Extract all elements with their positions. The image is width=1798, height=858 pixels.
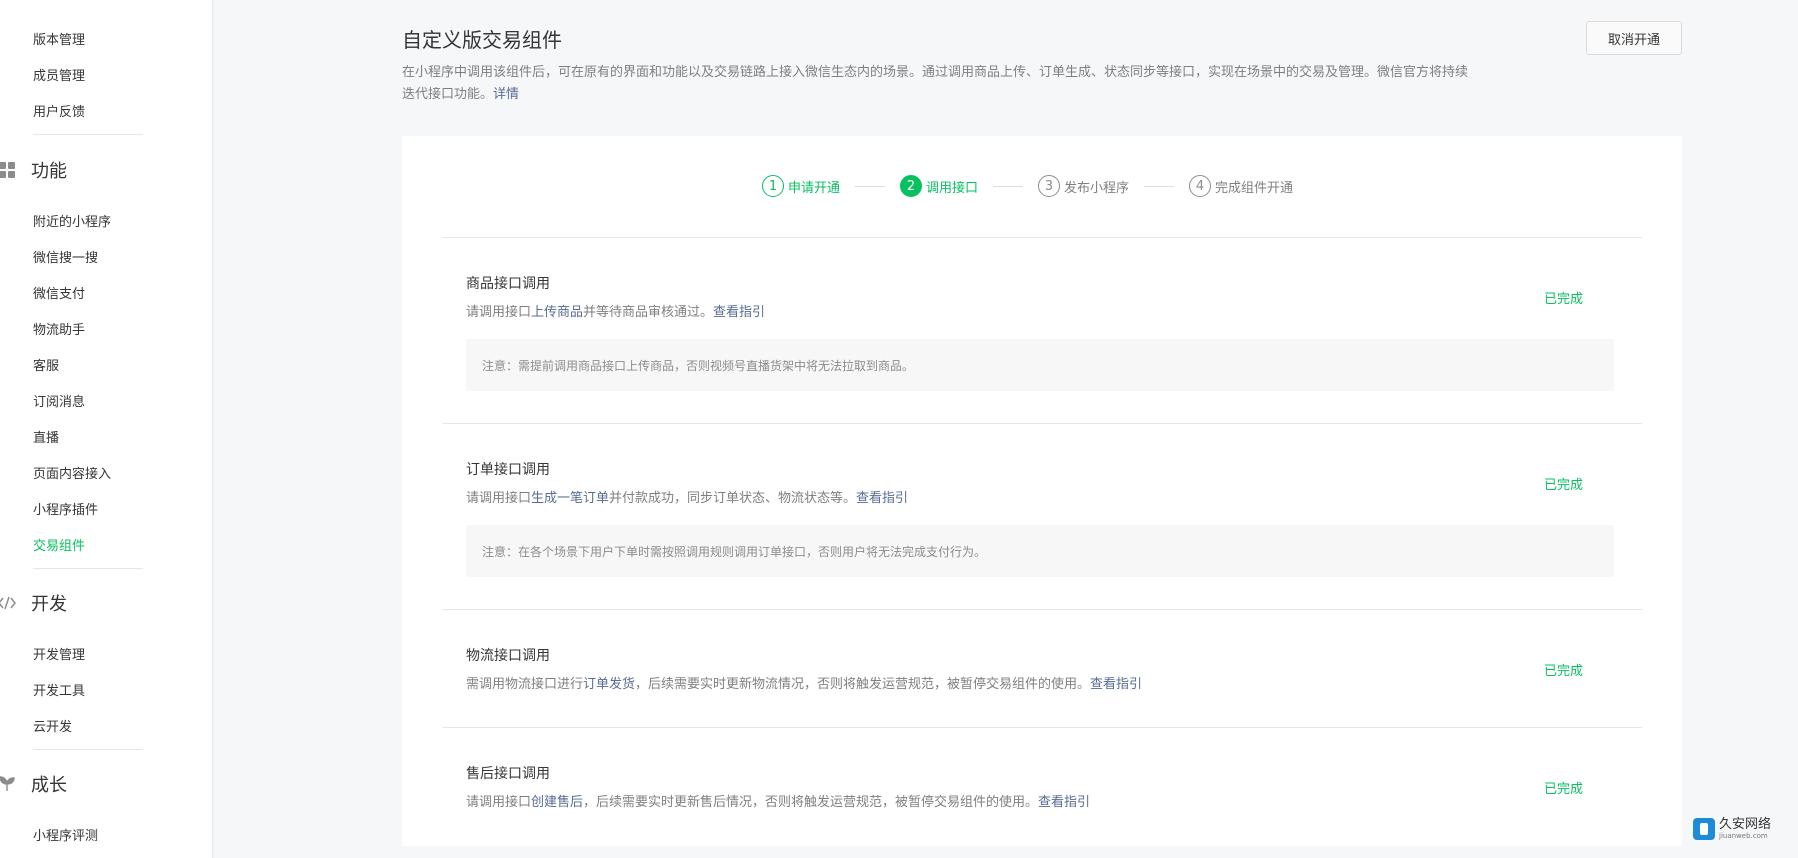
step-label: 发布小程序 [1064,180,1130,196]
guide-link[interactable]: 查看指引 [856,491,908,506]
sidebar: 版本管理 成员管理 用户反馈 功能 附近的小程序 微信搜一搜 微信支付 物流助手… [0,0,213,858]
sidebar-item-trade-component[interactable]: 交易组件 [33,535,85,554]
sidebar-item-logistics[interactable]: 物流助手 [33,319,85,338]
sidebar-divider [33,134,143,135]
code-icon [0,594,16,612]
main-card: 1 申请开通 2 调用接口 3 发布小程序 4 完成组件开通 商品接口调用 请调… [402,136,1682,846]
step-publish: 3 发布小程序 [1038,175,1129,197]
step-label: 申请开通 [788,180,841,196]
step-label: 调用接口 [926,180,979,196]
sidebar-divider [33,749,143,750]
details-link[interactable]: 详情 [493,87,519,102]
sidebar-item-wechat-pay[interactable]: 微信支付 [33,283,85,302]
sidebar-group-label: 功能 [31,161,67,182]
step-number: 3 [1038,175,1061,197]
status-badge: 已完成 [1544,478,1584,493]
note-box: 注意：在各个场景下用户下单时需按照调用规则调用订单接口，否则用户将无法完成支付行… [466,525,1614,577]
sidebar-item-plugins[interactable]: 小程序插件 [33,499,98,518]
sidebar-item-member-management[interactable]: 成员管理 [33,65,85,84]
step-call-api: 2 调用接口 [900,175,978,197]
sidebar-item-cloud-dev[interactable]: 云开发 [33,716,72,735]
sidebar-item-dev-tools[interactable]: 开发工具 [33,680,85,699]
section-logistics-api: 物流接口调用 需调用物流接口进行订单发货，后续需要实时更新物流情况，否则将触发运… [466,645,1614,692]
watermark-domain: jiuanweb.com [1719,832,1768,840]
api-link[interactable]: 上传商品 [531,305,583,320]
step-connector [1144,185,1175,187]
section-description: 请调用接口创建售后，后续需要实时更新售后情况，否则将触发运营规范，被暂停交易组件… [466,795,1091,810]
note-box: 注意：需提前调用商品接口上传商品，否则视频号直播货架中将无法拉取到商品。 [466,339,1614,391]
status-badge: 已完成 [1544,292,1584,307]
sidebar-item-customer-service[interactable]: 客服 [33,355,59,374]
section-description: 需调用物流接口进行订单发货，后续需要实时更新物流情况，否则将触发运营规范，被暂停… [466,677,1143,692]
section-order-api: 订单接口调用 请调用接口生成一笔订单并付款成功，同步订单状态、物流状态等。查看指… [466,459,1614,506]
section-title: 物流接口调用 [466,648,550,664]
guide-link[interactable]: 查看指引 [713,305,765,320]
grid-icon [0,161,16,179]
watermark: 久安网络 jiuanweb.com [1693,818,1771,840]
section-title: 订单接口调用 [466,462,550,478]
sidebar-group-label: 开发 [31,594,67,615]
sidebar-item-dev-management[interactable]: 开发管理 [33,644,85,663]
sidebar-item-page-content[interactable]: 页面内容接入 [33,463,111,482]
section-product-api: 商品接口调用 请调用接口上传商品并等待商品审核通过。查看指引 [466,273,1614,320]
sidebar-item-nearby-miniprogram[interactable]: 附近的小程序 [33,211,111,230]
sidebar-item-evaluation[interactable]: 小程序评测 [33,825,98,844]
guide-link[interactable]: 查看指引 [1090,677,1142,692]
api-link[interactable]: 生成一笔订单 [531,491,609,506]
page-title: 自定义版交易组件 [402,28,562,52]
page-description-text: 在小程序中调用该组件后，可在原有的界面和功能以及交易链路上接入微信生态内的场景。… [402,65,1469,102]
sidebar-group-features: 功能 [0,158,67,182]
sidebar-group-growth: 成长 [0,772,67,796]
step-apply: 1 申请开通 [762,175,840,197]
step-connector [993,185,1024,187]
section-aftersale-api: 售后接口调用 请调用接口创建售后，后续需要实时更新售后情况，否则将触发运营规范，… [466,763,1614,810]
api-link[interactable]: 创建售后 [531,795,583,810]
cancel-activation-button[interactable]: 取消开通 [1586,21,1682,55]
api-link[interactable]: 订单发货 [583,677,635,692]
sidebar-group-label: 成长 [31,775,67,796]
step-number: 4 [1189,175,1212,197]
sidebar-item-subscription-messages[interactable]: 订阅消息 [33,391,85,410]
section-title: 商品接口调用 [466,276,550,292]
status-badge: 已完成 [1544,664,1584,679]
watermark-logo-icon [1693,818,1715,840]
sidebar-divider [33,568,143,569]
progress-steps: 1 申请开通 2 调用接口 3 发布小程序 4 完成组件开通 [762,174,1293,198]
section-divider [442,727,1642,728]
sidebar-item-version-management[interactable]: 版本管理 [33,29,85,48]
step-connector [855,185,886,187]
page-description: 在小程序中调用该组件后，可在原有的界面和功能以及交易链路上接入微信生态内的场景。… [402,62,1472,106]
guide-link[interactable]: 查看指引 [1038,795,1090,810]
step-label: 完成组件开通 [1215,180,1294,196]
section-description: 请调用接口生成一笔订单并付款成功，同步订单状态、物流状态等。查看指引 [466,491,909,506]
sidebar-item-wechat-search[interactable]: 微信搜一搜 [33,247,98,266]
step-number: 2 [900,175,923,197]
sidebar-item-live[interactable]: 直播 [33,427,59,446]
section-description: 请调用接口上传商品并等待商品审核通过。查看指引 [466,305,766,320]
section-divider [442,423,1642,424]
step-number: 1 [762,175,784,197]
section-divider [442,609,1642,610]
leaf-icon [0,775,16,793]
step-complete: 4 完成组件开通 [1189,175,1293,197]
section-title: 售后接口调用 [466,766,550,782]
sidebar-item-user-feedback[interactable]: 用户反馈 [33,101,85,120]
watermark-name: 久安网络 [1719,817,1772,832]
status-badge: 已完成 [1544,782,1584,797]
sidebar-group-dev: 开发 [0,591,67,615]
section-divider [442,237,1642,238]
